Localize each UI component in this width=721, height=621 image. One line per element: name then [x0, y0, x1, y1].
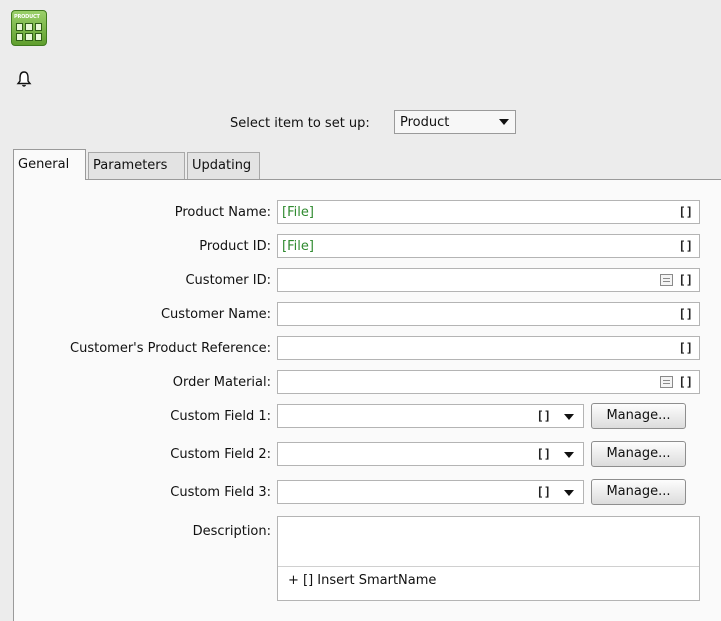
- smartname-icon[interactable]: []: [679, 341, 693, 355]
- product-id-field[interactable]: [File] []: [277, 234, 700, 258]
- custom-field-1-combo[interactable]: []: [277, 404, 584, 428]
- product-name-label: Product Name:: [174, 205, 271, 220]
- smartname-icon[interactable]: []: [679, 205, 693, 219]
- custom-field-2-combo[interactable]: []: [277, 442, 584, 466]
- smartname-icon[interactable]: []: [679, 375, 693, 389]
- customer-id-label: Customer ID:: [185, 273, 271, 288]
- tab-label: Parameters: [93, 158, 168, 173]
- chevron-down-icon: [499, 119, 509, 125]
- custom-field-3-label: Custom Field 3:: [170, 485, 271, 500]
- manage-button-1[interactable]: Manage...: [591, 403, 686, 429]
- customer-product-reference-label: Customer's Product Reference:: [70, 341, 271, 356]
- manage-button-3[interactable]: Manage...: [591, 479, 686, 505]
- select-item-value: Product: [400, 114, 450, 130]
- list-document-icon[interactable]: [660, 376, 673, 388]
- order-material-field[interactable]: []: [277, 370, 700, 394]
- product-id-value: [File]: [282, 239, 314, 254]
- select-item-dropdown[interactable]: Product: [394, 110, 516, 134]
- tab-label: General: [18, 157, 70, 172]
- select-item-label: Select item to set up:: [230, 116, 370, 131]
- chevron-down-icon[interactable]: [564, 490, 574, 496]
- product-grid-icon: PRODUCT: [11, 10, 47, 46]
- smartname-icon[interactable]: []: [537, 447, 551, 461]
- product-name-value: [File]: [282, 205, 314, 220]
- chevron-down-icon[interactable]: [564, 452, 574, 458]
- tab-general[interactable]: General: [13, 149, 86, 180]
- insert-smartname-button[interactable]: + [] Insert SmartName: [288, 573, 436, 588]
- tab-parameters[interactable]: Parameters: [88, 152, 185, 179]
- chevron-down-icon[interactable]: [564, 414, 574, 420]
- description-label: Description:: [192, 524, 271, 539]
- tab-updating[interactable]: Updating: [187, 152, 260, 179]
- list-document-icon[interactable]: [660, 274, 673, 286]
- customer-id-field[interactable]: []: [277, 268, 700, 292]
- manage-button-2[interactable]: Manage...: [591, 441, 686, 467]
- smartname-icon[interactable]: []: [679, 307, 693, 321]
- custom-field-2-label: Custom Field 2:: [170, 447, 271, 462]
- smartname-icon[interactable]: []: [537, 409, 551, 423]
- bell-icon[interactable]: [16, 70, 32, 88]
- custom-field-3-combo[interactable]: []: [277, 480, 584, 504]
- product-name-field[interactable]: [File] []: [277, 200, 700, 224]
- custom-field-1-label: Custom Field 1:: [170, 409, 271, 424]
- smartname-icon[interactable]: []: [679, 273, 693, 287]
- customer-product-reference-field[interactable]: []: [277, 336, 700, 360]
- customer-name-label: Customer Name:: [160, 307, 271, 322]
- order-material-label: Order Material:: [172, 375, 271, 390]
- divider: [278, 566, 699, 567]
- product-badge-text: PRODUCT: [14, 14, 40, 20]
- smartname-icon[interactable]: []: [679, 239, 693, 253]
- smartname-icon[interactable]: []: [537, 485, 551, 499]
- description-textarea[interactable]: + [] Insert SmartName: [277, 516, 700, 601]
- product-id-label: Product ID:: [199, 239, 271, 254]
- customer-name-field[interactable]: []: [277, 302, 700, 326]
- tab-label: Updating: [192, 158, 252, 173]
